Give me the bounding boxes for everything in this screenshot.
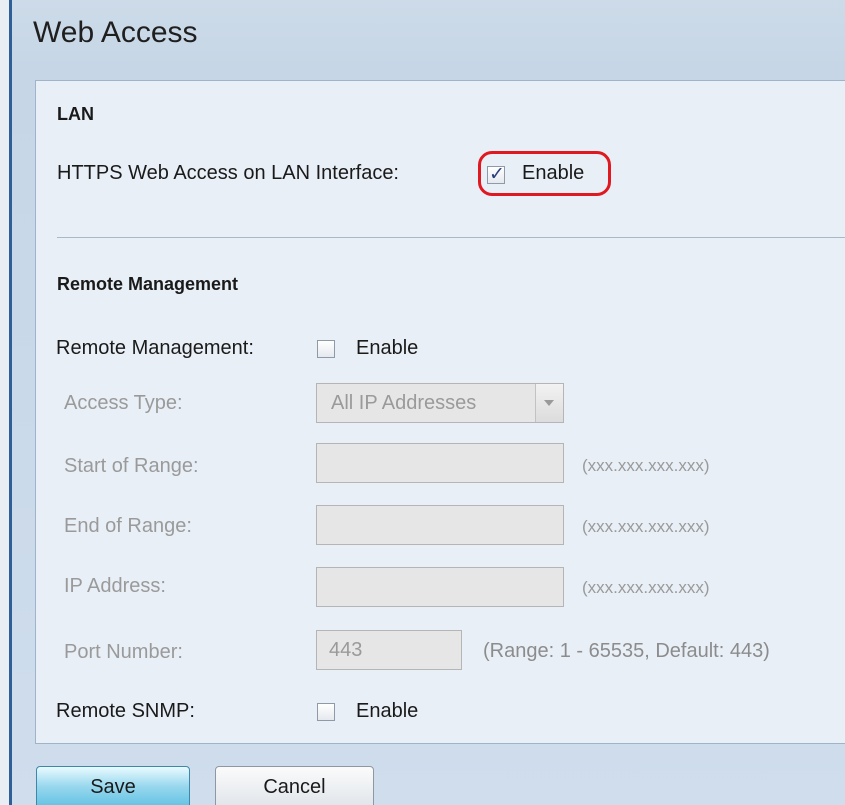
remote-snmp-enable-checkbox[interactable] [317, 703, 335, 721]
remote-management-enable-checkbox[interactable] [317, 340, 335, 358]
start-of-range-label: Start of Range: [64, 455, 199, 477]
save-button[interactable]: Save [36, 766, 190, 805]
remote-management-enable-label: Enable [356, 337, 419, 359]
end-of-range-label: End of Range: [64, 515, 192, 537]
left-frame-edge [0, 0, 12, 805]
access-type-select[interactable]: All IP Addresses [316, 383, 564, 423]
lan-section-title: LAN [57, 104, 94, 124]
cancel-button[interactable]: Cancel [215, 766, 374, 805]
ip-address-input[interactable] [316, 567, 564, 607]
red-highlight-annotation [478, 151, 611, 196]
start-of-range-hint: (xxx.xxx.xxx.xxx) [582, 456, 710, 475]
page-title: Web Access [33, 16, 198, 49]
ip-address-hint: (xxx.xxx.xxx.xxx) [582, 578, 710, 597]
dropdown-button[interactable] [535, 384, 563, 422]
port-number-hint: (Range: 1 - 65535, Default: 443) [483, 640, 770, 662]
port-number-input[interactable]: 443 [316, 630, 462, 670]
section-divider [57, 237, 845, 238]
https-lan-label: HTTPS Web Access on LAN Interface: [57, 162, 399, 184]
remote-snmp-label: Remote SNMP: [56, 700, 195, 722]
start-of-range-input[interactable] [316, 443, 564, 483]
end-of-range-input[interactable] [316, 505, 564, 545]
port-number-label: Port Number: [64, 641, 183, 663]
remote-management-section-title: Remote Management [57, 274, 239, 294]
access-type-value: All IP Addresses [331, 392, 477, 414]
remote-management-label: Remote Management: [56, 337, 254, 359]
chevron-down-icon [544, 400, 554, 406]
access-type-label: Access Type: [64, 392, 183, 414]
remote-snmp-enable-label: Enable [356, 700, 419, 722]
ip-address-label: IP Address: [64, 575, 166, 597]
end-of-range-hint: (xxx.xxx.xxx.xxx) [582, 517, 710, 536]
